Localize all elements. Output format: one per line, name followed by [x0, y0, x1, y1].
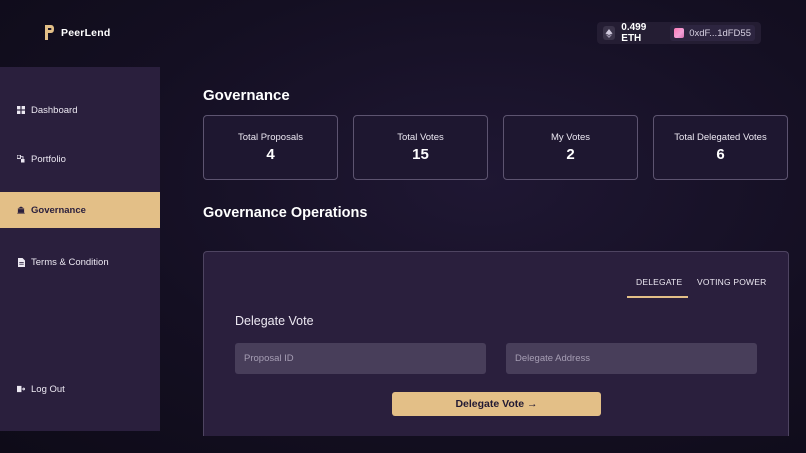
- sidebar: Dashboard Portfolio Governance Terms & C…: [0, 67, 160, 431]
- wallet-avatar: [674, 28, 685, 38]
- sidebar-item-portfolio[interactable]: Portfolio: [0, 141, 160, 177]
- stat-value: 4: [266, 146, 275, 163]
- brand[interactable]: PeerLend: [44, 24, 110, 41]
- tab-delegate[interactable]: DELEGATE: [636, 277, 682, 287]
- page-title: Governance: [203, 87, 290, 104]
- stat-label: Total Delegated Votes: [674, 132, 767, 143]
- section-title: Governance Operations: [203, 205, 368, 221]
- top-bar: PeerLend 0.499 ETH 0xdF...1dFD55: [0, 0, 806, 67]
- stat-value: 6: [716, 146, 725, 163]
- main-content: Governance Total Proposals 4 Total Votes…: [160, 67, 806, 453]
- governance-operations-panel: DELEGATE VOTING POWER Delegate Vote Dele…: [203, 251, 789, 436]
- bank-icon: [17, 206, 25, 214]
- stat-card-total-votes: Total Votes 15: [353, 115, 488, 180]
- sidebar-item-label: Terms & Condition: [31, 256, 109, 268]
- stat-value: 15: [412, 146, 429, 163]
- grid-icon: [17, 106, 25, 114]
- sidebar-item-governance[interactable]: Governance: [0, 192, 160, 228]
- stat-value: 2: [566, 146, 575, 163]
- sidebar-item-label: Dashboard: [31, 104, 78, 116]
- stat-card-my-votes: My Votes 2: [503, 115, 638, 180]
- sidebar-item-label: Governance: [31, 204, 86, 216]
- ethereum-icon: [603, 26, 616, 40]
- logout-button[interactable]: Log Out: [0, 371, 160, 407]
- portfolio-icon: [17, 155, 25, 163]
- wallet-address: 0xdF...1dFD55: [689, 27, 751, 39]
- delegate-address-input[interactable]: [506, 343, 757, 374]
- stat-card-total-proposals: Total Proposals 4: [203, 115, 338, 180]
- form-title: Delegate Vote: [235, 314, 314, 328]
- logout-icon: [17, 385, 25, 393]
- brand-name: PeerLend: [61, 26, 111, 39]
- logout-label: Log Out: [31, 383, 65, 395]
- peerlend-logo-icon: [44, 24, 55, 41]
- sidebar-item-dashboard[interactable]: Dashboard: [0, 92, 160, 128]
- document-icon: [17, 257, 25, 267]
- wallet-address-chip[interactable]: 0xdF...1dFD55: [670, 25, 755, 41]
- eth-balance: 0.499 ETH: [621, 22, 647, 44]
- proposal-id-input[interactable]: [235, 343, 486, 374]
- tab-voting-power[interactable]: VOTING POWER: [697, 277, 766, 287]
- stat-label: Total Votes: [397, 132, 444, 143]
- stat-label: My Votes: [550, 132, 591, 143]
- stat-label: Total Proposals: [238, 132, 303, 143]
- delegate-vote-button[interactable]: Delegate Vote →: [392, 392, 601, 416]
- stat-card-total-delegated-votes: Total Delegated Votes 6: [653, 115, 788, 180]
- wallet-widget[interactable]: 0.499 ETH 0xdF...1dFD55: [597, 22, 761, 44]
- sidebar-item-terms[interactable]: Terms & Condition: [0, 244, 160, 280]
- active-tab-indicator: [627, 296, 688, 298]
- sidebar-item-label: Portfolio: [31, 153, 66, 165]
